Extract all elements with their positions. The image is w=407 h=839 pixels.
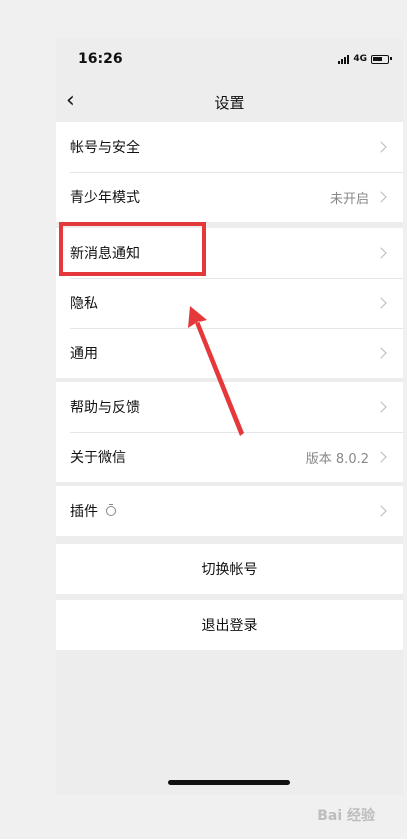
- watermark: Bai 经验: [317, 808, 375, 824]
- annotation-arrow: [188, 306, 244, 436]
- arrow-shape: [188, 306, 244, 436]
